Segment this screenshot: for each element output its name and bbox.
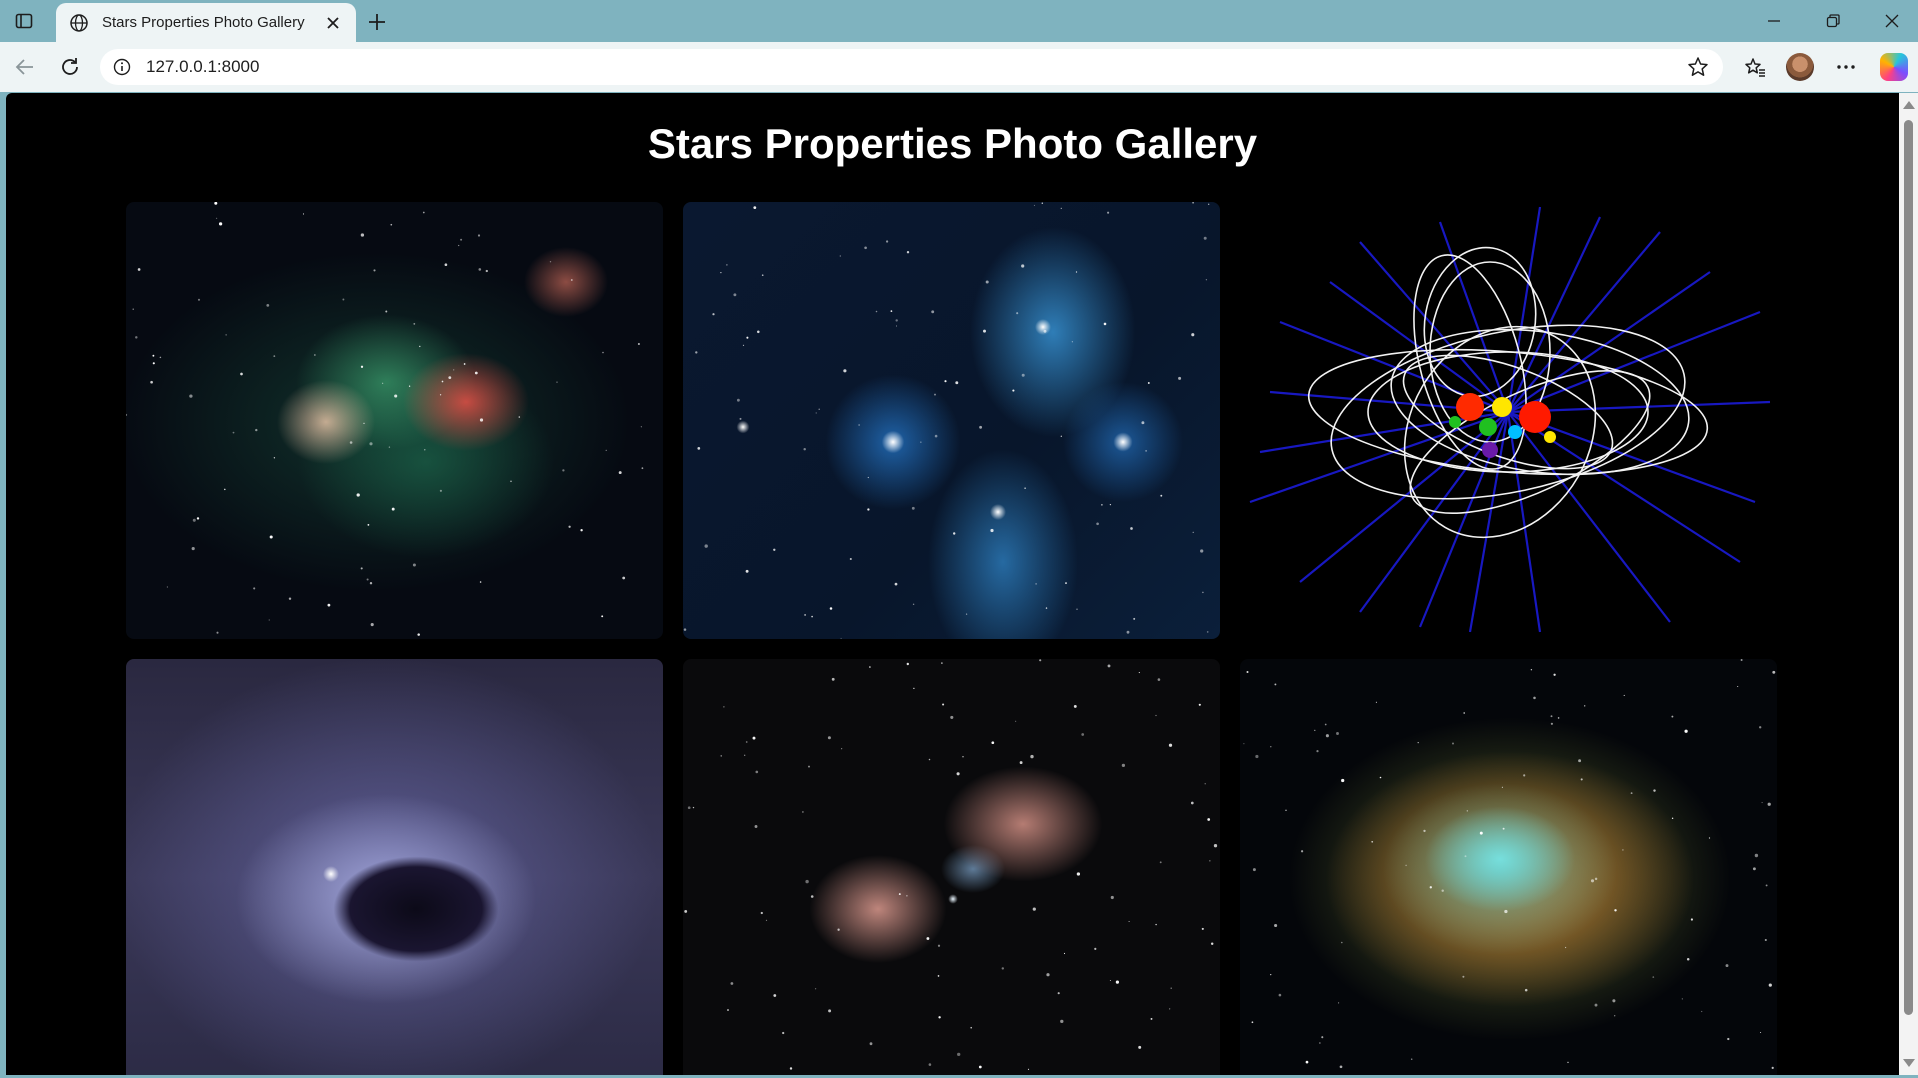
minimize-icon[interactable] <box>1754 7 1794 35</box>
starfield-1 <box>126 202 644 636</box>
vertical-scrollbar[interactable] <box>1899 93 1918 1075</box>
more-icon[interactable] <box>1831 52 1861 82</box>
starfield-2 <box>683 202 1210 639</box>
globe-icon <box>68 12 90 34</box>
gallery-photo-6[interactable] <box>1240 659 1777 1075</box>
close-icon[interactable] <box>322 12 344 34</box>
browser-toolbar: 127.0.0.1:8000 <box>0 42 1918 92</box>
favorites-icon[interactable] <box>1740 52 1770 82</box>
restore-icon[interactable] <box>1813 7 1853 35</box>
active-tab[interactable]: Stars Properties Photo Gallery <box>56 3 356 42</box>
scrollbar-thumb[interactable] <box>1904 120 1913 1015</box>
url-text[interactable]: 127.0.0.1:8000 <box>146 57 1685 77</box>
tab-actions-icon[interactable] <box>12 9 36 33</box>
star-icon[interactable] <box>1685 54 1711 80</box>
plus-icon[interactable] <box>364 9 390 35</box>
profile-avatar[interactable] <box>1786 53 1814 81</box>
starfield-6 <box>1243 659 1776 1070</box>
page-viewport: Stars Properties Photo Gallery <box>6 93 1899 1075</box>
scroll-down-arrow-icon[interactable] <box>1903 1059 1915 1067</box>
gallery-photo-3[interactable] <box>1240 202 1777 639</box>
gallery-photo-2[interactable] <box>683 202 1220 639</box>
gallery-photo-1[interactable] <box>126 202 663 639</box>
reload-icon[interactable] <box>55 52 85 82</box>
scroll-up-arrow-icon[interactable] <box>1903 101 1915 109</box>
window-close-icon[interactable] <box>1872 7 1912 35</box>
gallery-photo-4[interactable] <box>126 659 663 1075</box>
starfield-5 <box>684 659 1218 1071</box>
copilot-icon[interactable] <box>1880 53 1908 81</box>
page-title: Stars Properties Photo Gallery <box>647 120 1258 167</box>
tab-strip: Stars Properties Photo Gallery <box>0 0 1918 42</box>
back-arrow-icon[interactable] <box>10 52 40 82</box>
address-bar[interactable]: 127.0.0.1:8000 <box>100 49 1723 85</box>
gallery-photo-5[interactable] <box>683 659 1220 1075</box>
tab-title: Stars Properties Photo Gallery <box>102 14 305 31</box>
info-icon[interactable] <box>112 57 132 77</box>
magnetic-field-lines <box>1249 206 1771 633</box>
